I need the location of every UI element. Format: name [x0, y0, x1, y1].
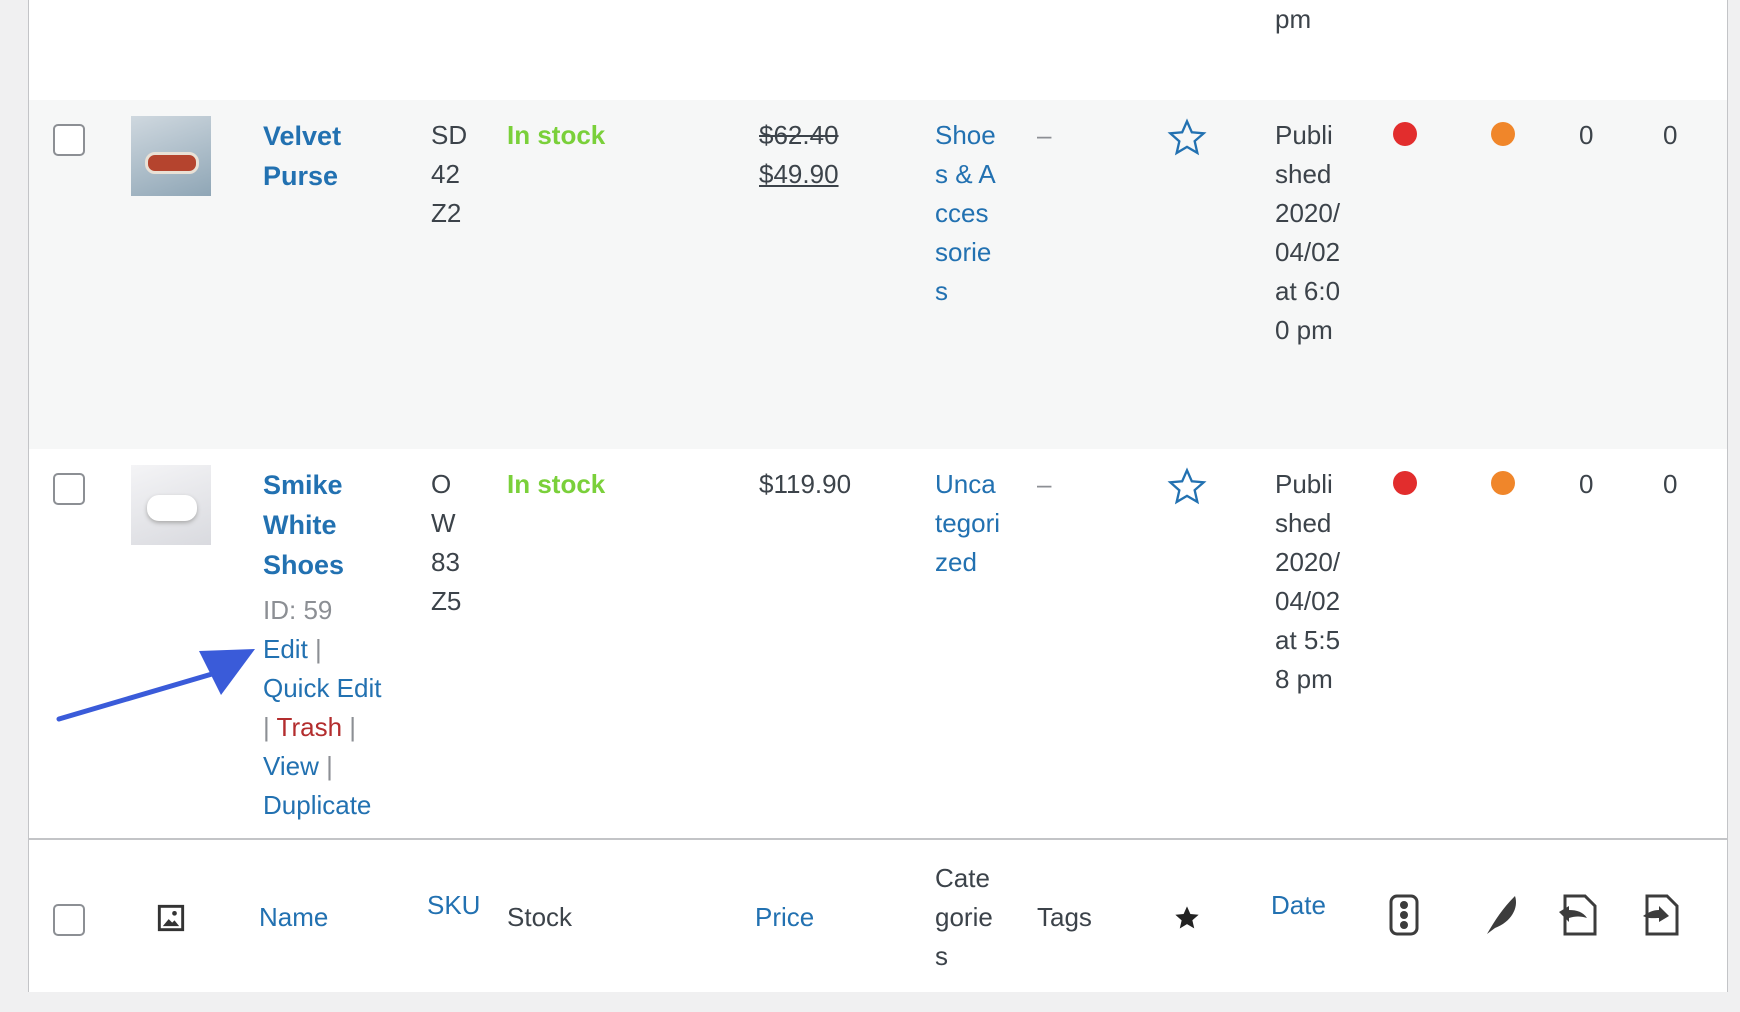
status-dot-red — [1393, 471, 1417, 495]
duplicate-link[interactable]: Duplicate — [263, 790, 371, 820]
stock-status: In stock — [507, 120, 606, 150]
file-export-icon — [1641, 894, 1683, 936]
status-dot-red — [1393, 122, 1417, 146]
tags: – — [1037, 469, 1052, 499]
count: 0 — [1579, 120, 1594, 150]
sale-price: $49.90 — [759, 159, 839, 189]
select-all-checkbox[interactable] — [53, 904, 85, 936]
product-id: ID: 59 — [263, 595, 333, 625]
date-tail: pm — [1275, 4, 1312, 34]
tags: – — [1037, 120, 1052, 150]
sort-date[interactable]: Date — [1271, 886, 1326, 925]
status-dot-orange — [1491, 122, 1515, 146]
count: 0 — [1663, 469, 1678, 499]
sku: OW83Z5 — [431, 469, 462, 616]
table-row: pm — [29, 0, 1727, 100]
image-icon — [157, 904, 185, 932]
product-thumbnail[interactable] — [131, 465, 211, 545]
stock-header: Stock — [507, 902, 573, 932]
star-icon[interactable] — [1173, 904, 1201, 932]
product-name-link[interactable]: Smike White Shoes — [263, 465, 373, 585]
count: 0 — [1579, 469, 1594, 499]
traffic-light-icon — [1389, 894, 1419, 936]
sort-name[interactable]: Name — [259, 898, 328, 937]
regular-price: $62.40 — [759, 120, 839, 150]
table-footer: Name SKU Stock Price Categories Tags Dat… — [29, 842, 1727, 992]
sort-price[interactable]: Price — [755, 898, 814, 937]
count: 0 — [1663, 120, 1678, 150]
sku: SD42Z2 — [431, 120, 468, 228]
product-thumbnail[interactable] — [131, 116, 211, 196]
status-dot-orange — [1491, 471, 1515, 495]
view-link[interactable]: View — [263, 751, 319, 781]
products-table: pm Velvet Purse SD42Z2 In stock $62.40 $… — [28, 0, 1728, 992]
date: Published 2020/04/02 at 6:00 pm — [1275, 120, 1341, 345]
star-icon[interactable] — [1167, 467, 1207, 507]
feather-icon — [1485, 894, 1519, 936]
sort-sku[interactable]: SKU — [427, 886, 480, 925]
date: Published 2020/04/02 at 5:58 pm — [1275, 469, 1341, 694]
row-checkbox[interactable] — [53, 473, 85, 505]
product-name-link[interactable]: Velvet Purse — [263, 116, 393, 196]
table-row: Velvet Purse SD42Z2 In stock $62.40 $49.… — [29, 100, 1727, 449]
stock-status: In stock — [507, 469, 606, 499]
category-link[interactable]: Uncategorized — [935, 465, 1001, 582]
price: $119.90 — [759, 469, 852, 499]
categories-header: Categories — [935, 863, 993, 971]
category-link[interactable]: Shoes & Accessories — [935, 116, 1001, 311]
row-checkbox[interactable] — [53, 124, 85, 156]
tags-header: Tags — [1037, 902, 1092, 932]
file-import-icon — [1557, 894, 1599, 936]
table-row: Smike White Shoes ID: 59 Edit | Quick Ed… — [29, 449, 1727, 840]
annotation-arrow-icon — [56, 649, 255, 722]
star-icon[interactable] — [1167, 118, 1207, 158]
